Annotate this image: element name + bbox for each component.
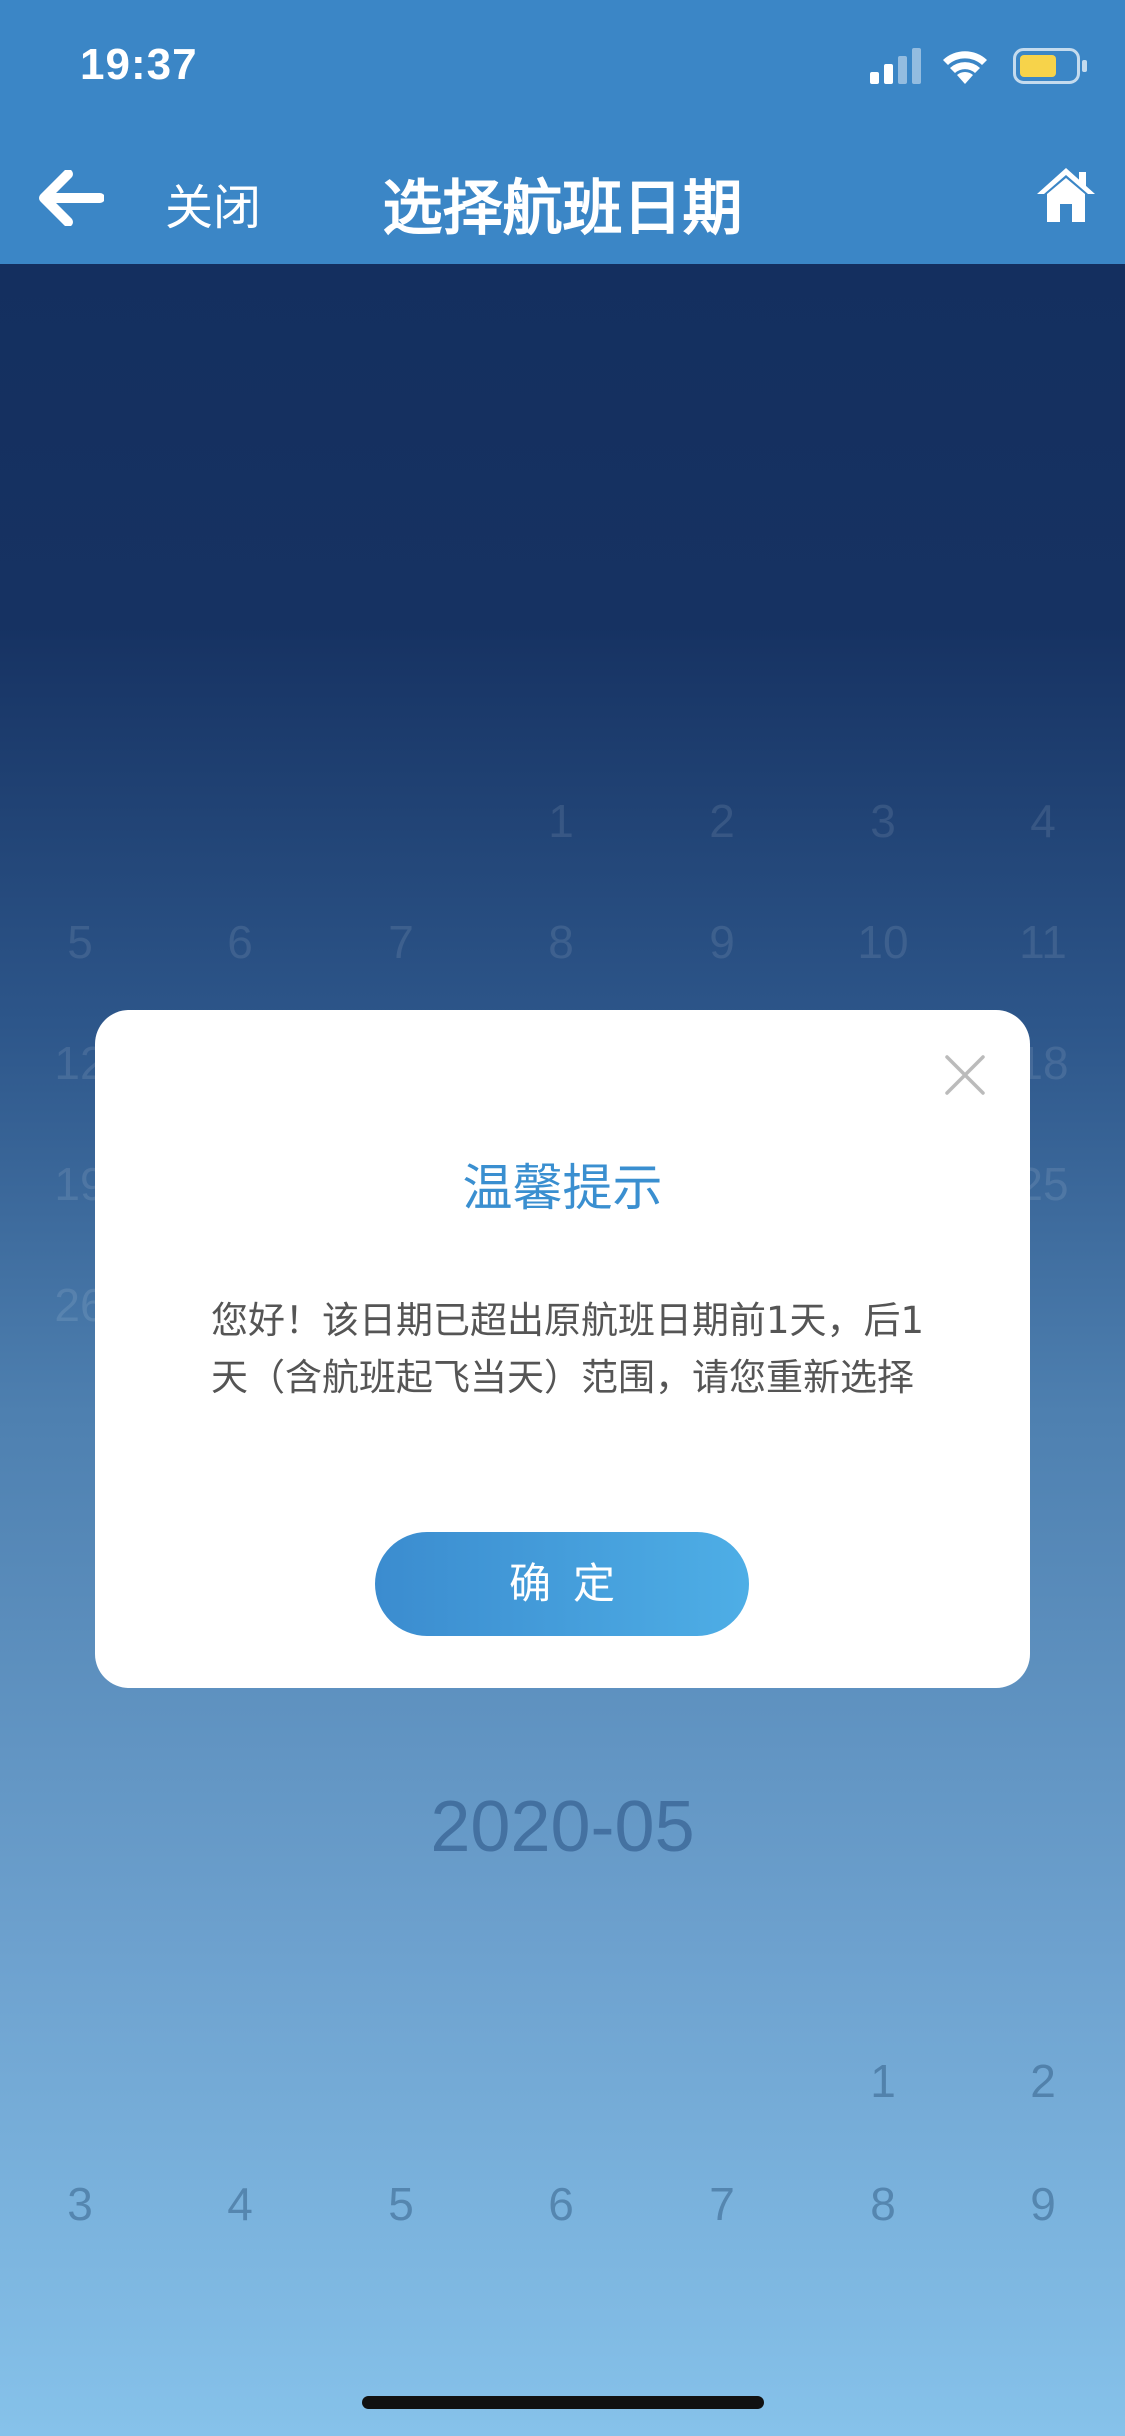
signal-icon bbox=[870, 48, 921, 84]
confirm-button[interactable]: 确定 bbox=[375, 1532, 749, 1636]
calendar-day[interactable]: 3 bbox=[803, 794, 963, 848]
calendar-day[interactable]: 4 bbox=[160, 2177, 320, 2231]
page-title: 选择航班日期 bbox=[382, 174, 743, 244]
calendar-week-row: 3456789 bbox=[0, 2177, 1125, 2257]
calendar-day[interactable]: 1 bbox=[803, 2054, 963, 2108]
nav-bar: 关闭 选择航班日期 bbox=[0, 130, 1125, 264]
home-icon[interactable] bbox=[1035, 164, 1097, 226]
calendar-day[interactable]: 8 bbox=[803, 2177, 963, 2231]
calendar-day[interactable]: 6 bbox=[160, 915, 320, 969]
battery-icon bbox=[1013, 48, 1087, 84]
calendar-day[interactable]: 5 bbox=[321, 2177, 481, 2231]
calendar-day[interactable]: 11 bbox=[963, 915, 1123, 969]
calendar-day[interactable]: 1 bbox=[481, 794, 641, 848]
wifi-icon bbox=[943, 51, 987, 84]
calendar-day[interactable]: 4 bbox=[963, 794, 1123, 848]
alert-dialog: 温馨提示 您好！该日期已超出原航班日期前1天，后1天（含航班起飞当天）范围，请您… bbox=[95, 1010, 1030, 1688]
calendar-week-row: 12 bbox=[0, 2054, 1125, 2134]
month-label: 2020-05 bbox=[430, 1787, 695, 1867]
calendar-week-row: 1234 bbox=[0, 794, 1125, 874]
status-time: 19:37 bbox=[80, 40, 198, 89]
calendar-week-row: 5 6 7 8 9 10 11 bbox=[0, 915, 1125, 995]
dialog-title: 温馨提示 bbox=[462, 1159, 663, 1217]
home-indicator bbox=[362, 2396, 764, 2409]
calendar-day[interactable]: 3 bbox=[0, 2177, 160, 2231]
dialog-message: 您好！该日期已超出原航班日期前1天，后1天（含航班起飞当天）范围，请您重新选择 bbox=[211, 1299, 925, 1399]
close-icon[interactable] bbox=[944, 1054, 986, 1096]
calendar-day[interactable]: 8 bbox=[481, 915, 641, 969]
calendar-day[interactable]: 6 bbox=[481, 2177, 641, 2231]
calendar-day[interactable]: 5 bbox=[0, 915, 160, 969]
calendar-day[interactable]: 7 bbox=[321, 915, 481, 969]
calendar-day[interactable]: 7 bbox=[642, 2177, 802, 2231]
calendar-day[interactable]: 9 bbox=[642, 915, 802, 969]
calendar-day[interactable]: 9 bbox=[963, 2177, 1123, 2231]
calendar-day[interactable]: 2 bbox=[642, 794, 802, 848]
calendar-day[interactable]: 2 bbox=[963, 2054, 1123, 2108]
calendar-day[interactable]: 10 bbox=[803, 915, 963, 969]
status-bar: 19:37 bbox=[0, 0, 1125, 130]
